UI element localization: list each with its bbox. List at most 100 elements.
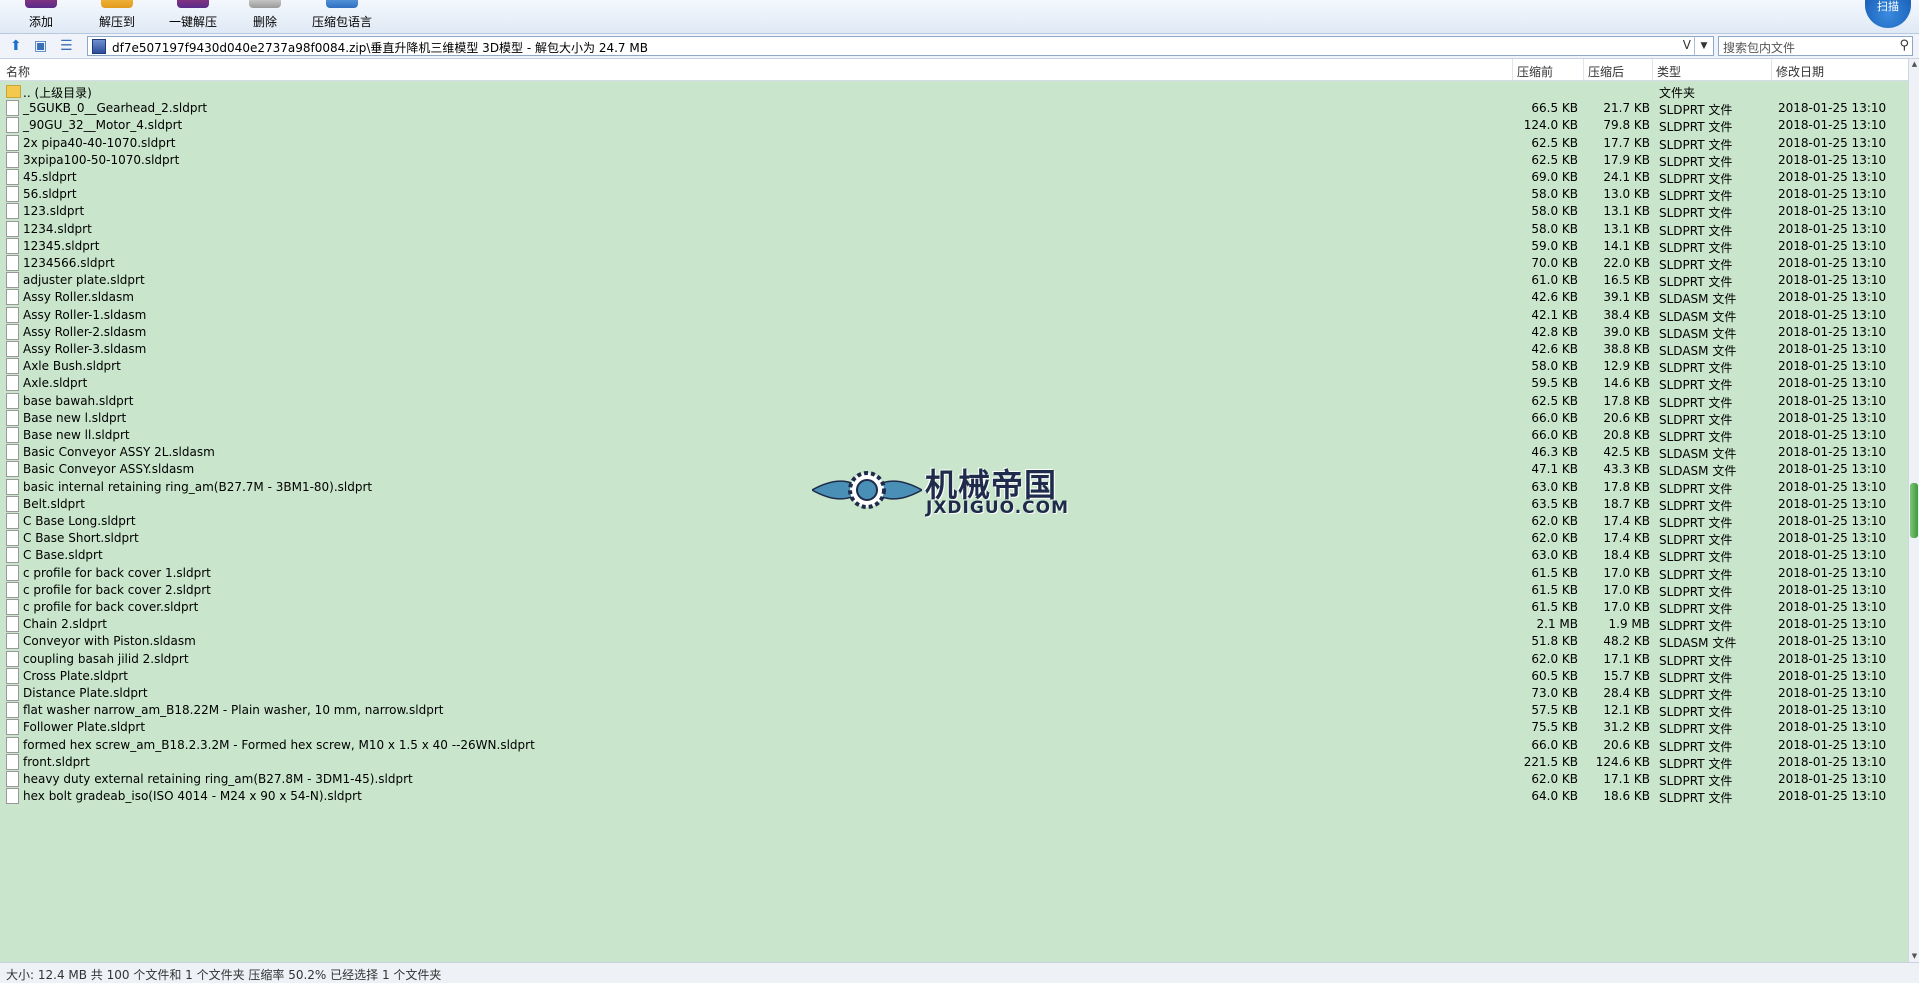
- file-modified-date: 2018-01-25 13:10: [1778, 307, 1887, 322]
- file-name: C Base Short.sldprt: [23, 531, 139, 546]
- file-name: front.sldprt: [23, 754, 90, 769]
- file-modified-date: 2018-01-25 13:10: [1778, 359, 1887, 374]
- file-modified-date: 2018-01-25 13:10: [1778, 376, 1887, 391]
- delete-icon: [249, 0, 281, 8]
- file-modified-date: 2018-01-25 13:10: [1778, 273, 1887, 288]
- file-icon: [6, 753, 19, 770]
- file-name: _5GUKB_0__Gearhead_2.sldprt: [23, 101, 208, 116]
- file-uncompressed-size: 79.8 KB: [1603, 118, 1650, 133]
- file-uncompressed-size: 12.1 KB: [1603, 703, 1650, 718]
- file-icon: [6, 650, 19, 667]
- search-icon[interactable]: ⚲: [1899, 38, 1909, 53]
- file-uncompressed-size: 20.6 KB: [1603, 410, 1650, 425]
- file-modified-date: 2018-01-25 13:10: [1778, 617, 1887, 632]
- column-header-compressed[interactable]: 压缩前: [1517, 63, 1553, 80]
- file-uncompressed-size: 13.1 KB: [1603, 204, 1650, 219]
- file-name: c profile for back cover 2.sldprt: [23, 582, 211, 597]
- file-uncompressed-size: 21.7 KB: [1603, 101, 1650, 116]
- file-icon: [6, 530, 19, 547]
- column-divider[interactable]: [1583, 59, 1584, 80]
- file-icon: [6, 719, 19, 736]
- file-name: c profile for back cover.sldprt: [23, 600, 199, 614]
- status-bar: 大小: 12.4 MB 共 100 个文件和 1 个文件夹 压缩率 50.2% …: [0, 962, 1919, 983]
- file-icon: [6, 702, 19, 719]
- search-input[interactable]: 搜索包内文件 ⚲: [1718, 36, 1913, 56]
- file-modified-date: 2018-01-25 13:10: [1778, 772, 1887, 786]
- file-icon: [6, 151, 19, 168]
- chevron-down-icon[interactable]: ▼: [1694, 37, 1713, 55]
- file-icon: [6, 616, 19, 633]
- file-uncompressed-size: 20.8 KB: [1603, 428, 1650, 442]
- file-modified-date: 2018-01-25 13:10: [1778, 221, 1887, 236]
- column-divider[interactable]: [1652, 59, 1653, 80]
- file-modified-date: 2018-01-25 13:10: [1778, 342, 1887, 356]
- scrollbar-thumb[interactable]: [1910, 483, 1918, 538]
- file-uncompressed-size: 38.4 KB: [1603, 307, 1650, 322]
- scroll-down-icon[interactable]: ▼: [1909, 951, 1919, 962]
- file-icon: [6, 392, 19, 409]
- file-uncompressed-size: 17.1 KB: [1603, 772, 1650, 786]
- file-name: Axle.sldprt: [23, 376, 88, 391]
- file-modified-date: 2018-01-25 13:10: [1778, 410, 1887, 425]
- file-uncompressed-size: 17.0 KB: [1603, 565, 1650, 580]
- file-uncompressed-size: 17.7 KB: [1603, 135, 1650, 150]
- file-name: flat washer narrow_am_B18.22M - Plain wa…: [23, 703, 444, 718]
- file-name: 12345.sldprt: [23, 238, 100, 253]
- folder-icon: [6, 85, 21, 98]
- file-modified-date: 2018-01-25 13:10: [1778, 152, 1887, 167]
- file-icon: [6, 685, 19, 701]
- file-list: .. (上级目录) 文件夹 _5GUKB_0__Gearhead_2.sldpr…: [0, 81, 1908, 962]
- file-uncompressed-size: 39.0 KB: [1603, 324, 1650, 339]
- file-name: Conveyor with Piston.sldasm: [23, 634, 196, 649]
- file-uncompressed-size: 17.8 KB: [1603, 393, 1650, 408]
- file-name: heavy duty external retaining ring_am(B2…: [23, 772, 413, 786]
- file-name: _90GU_32__Motor_4.sldprt: [23, 118, 183, 133]
- one-click-extract-button[interactable]: 一键解压: [166, 0, 220, 33]
- file-name: Assy Roller.sldasm: [23, 290, 134, 305]
- file-icon: [6, 117, 19, 134]
- add-icon: [25, 0, 57, 8]
- add-button[interactable]: 添加: [22, 0, 60, 33]
- file-modified-date: 2018-01-25 13:10: [1778, 393, 1887, 408]
- file-name: adjuster plate.sldprt: [23, 273, 145, 288]
- column-divider[interactable]: [1512, 59, 1513, 80]
- column-header-modified[interactable]: 修改日期: [1776, 63, 1824, 80]
- file-uncompressed-size: 18.4 KB: [1603, 548, 1650, 563]
- file-uncompressed-size: 17.0 KB: [1603, 600, 1650, 614]
- delete-button[interactable]: 删除: [249, 0, 281, 33]
- file-icon: [6, 306, 19, 323]
- column-header-type[interactable]: 类型: [1657, 63, 1681, 80]
- file-icon: [6, 409, 19, 426]
- column-header-uncompressed[interactable]: 压缩后: [1588, 63, 1624, 80]
- file-uncompressed-size: 22.0 KB: [1603, 256, 1650, 270]
- file-name: 2x pipa40-40-1070.sldprt: [23, 135, 176, 150]
- file-uncompressed-size: 17.4 KB: [1603, 514, 1650, 528]
- column-header-row: 名称 压缩前 压缩后 类型 修改日期: [0, 59, 1908, 81]
- file-uncompressed-size: 17.0 KB: [1603, 582, 1650, 597]
- up-arrow-icon[interactable]: ⬆: [10, 38, 22, 54]
- path-history-dropdown[interactable]: V: [1683, 38, 1691, 52]
- security-scan-shield-icon[interactable]: 扫描: [1865, 0, 1911, 28]
- vertical-scrollbar[interactable]: ▲ ▼: [1908, 59, 1919, 962]
- file-name: Belt.sldprt: [23, 496, 85, 511]
- file-modified-date: 2018-01-25 13:10: [1778, 668, 1887, 683]
- file-modified-date: 2018-01-25 13:10: [1778, 789, 1887, 804]
- file-modified-date: 2018-01-25 13:10: [1778, 686, 1887, 700]
- path-field[interactable]: df7e507197f9430d040e2737a98f0084.zip\垂直升…: [87, 36, 1714, 56]
- list-view-icon[interactable]: ☰: [60, 38, 73, 54]
- thumbnail-view-icon[interactable]: ▣: [34, 38, 47, 54]
- column-header-name[interactable]: 名称: [6, 63, 30, 80]
- extract-folder-icon: [101, 0, 133, 8]
- file-row[interactable]: hex bolt gradeab_iso(ISO 4014 - M24 x 90…: [0, 786, 1908, 807]
- scroll-up-icon[interactable]: ▲: [1909, 59, 1919, 70]
- file-uncompressed-size: 39.1 KB: [1603, 290, 1650, 305]
- file-modified-date: 2018-01-25 13:10: [1778, 170, 1887, 184]
- file-icon: [6, 495, 19, 512]
- file-uncompressed-size: 124.6 KB: [1595, 754, 1650, 769]
- archive-language-button[interactable]: 压缩包语言: [310, 0, 374, 33]
- extract-to-button[interactable]: 解压到: [94, 0, 140, 33]
- column-divider[interactable]: [1771, 59, 1772, 80]
- file-modified-date: 2018-01-25 13:10: [1778, 514, 1887, 528]
- file-name: Assy Roller-3.sldasm: [23, 342, 147, 356]
- file-name: coupling basah jilid 2.sldprt: [23, 651, 189, 666]
